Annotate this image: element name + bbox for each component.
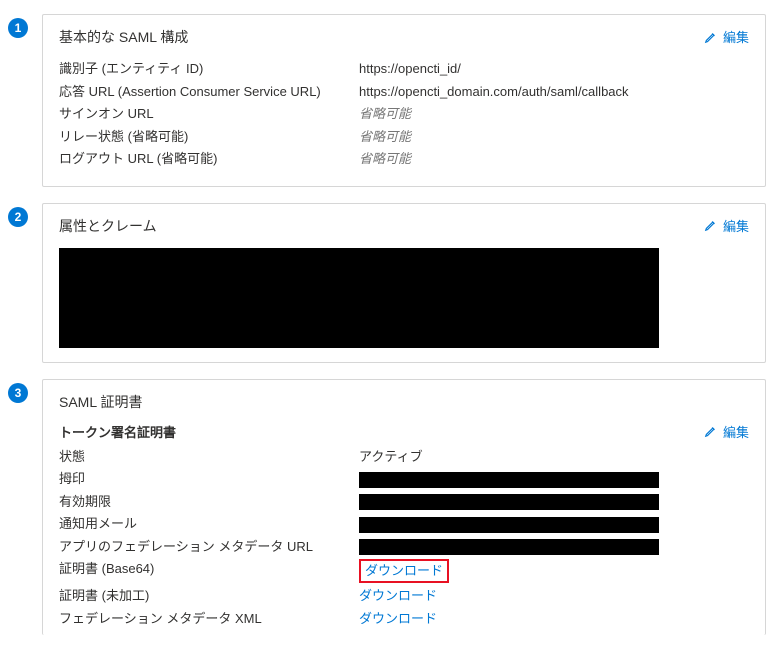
redacted-value [359,539,659,555]
edit-label: 編集 [723,27,749,46]
row-value: 省略可能 [359,104,749,124]
row-cert-raw: 証明書 (未加工) ダウンロード [59,586,749,606]
row-fed-xml: フェデレーション メタデータ XML ダウンロード [59,609,749,629]
row-label: 識別子 (エンティティ ID) [59,59,359,79]
redacted-value [359,517,659,533]
basic-saml-rows: 識別子 (エンティティ ID) https://opencti_id/ 応答 U… [59,59,749,169]
card-title: 属性とクレーム [59,216,157,236]
row-signon-url: サインオン URL 省略可能 [59,104,749,124]
row-label: 通知用メール [59,514,359,534]
row-value: https://opencti_domain.com/auth/saml/cal… [359,82,749,102]
download-link-fedxml[interactable]: ダウンロード [359,611,437,626]
step-badge-1: 1 [8,18,28,38]
pencil-icon [704,218,718,232]
highlight-box: ダウンロード [359,559,449,583]
section-basic-saml: 1 基本的な SAML 構成 編集 識別子 (エンティティ ID) https:… [8,14,766,187]
download-link-base64[interactable]: ダウンロード [365,563,443,578]
row-value: 省略可能 [359,149,749,169]
subhead-token-signing: トークン署名証明書 [59,422,176,441]
card-title: 基本的な SAML 構成 [59,27,188,47]
row-label: サインオン URL [59,104,359,124]
card-basic-saml: 基本的な SAML 構成 編集 識別子 (エンティティ ID) https://… [42,14,766,187]
redacted-block [59,248,659,348]
card-title: SAML 証明書 [59,392,749,412]
card-saml-cert: SAML 証明書 トークン署名証明書 編集 状態 アクティブ 拇印 有効期限 通… [42,379,766,636]
edit-button[interactable]: 編集 [704,27,749,46]
row-value: アクティブ [359,447,749,467]
card-header: 基本的な SAML 構成 編集 [59,27,749,47]
row-thumbprint: 拇印 [59,469,749,489]
pencil-icon [704,30,718,44]
edit-label: 編集 [723,216,749,235]
redacted-value [359,494,659,510]
row-value: https://opencti_id/ [359,59,749,79]
row-label: 証明書 (未加工) [59,586,359,606]
edit-button[interactable]: 編集 [704,422,749,441]
row-logout-url: ログアウト URL (省略可能) 省略可能 [59,149,749,169]
pencil-icon [704,424,718,438]
row-notify-email: 通知用メール [59,514,749,534]
row-label: 状態 [59,447,359,467]
row-expiry: 有効期限 [59,492,749,512]
card-header: 属性とクレーム 編集 [59,216,749,236]
row-reply-url: 応答 URL (Assertion Consumer Service URL) … [59,82,749,102]
row-label: フェデレーション メタデータ XML [59,609,359,629]
row-cert-base64: 証明書 (Base64) ダウンロード [59,559,749,583]
row-status: 状態 アクティブ [59,447,749,467]
step-badge-3: 3 [8,383,28,403]
edit-button[interactable]: 編集 [704,216,749,235]
row-label: アプリのフェデレーション メタデータ URL [59,537,359,557]
row-relay-state: リレー状態 (省略可能) 省略可能 [59,127,749,147]
row-identifier: 識別子 (エンティティ ID) https://opencti_id/ [59,59,749,79]
edit-label: 編集 [723,422,749,441]
row-label: 有効期限 [59,492,359,512]
row-label: 応答 URL (Assertion Consumer Service URL) [59,82,359,102]
row-label: リレー状態 (省略可能) [59,127,359,147]
row-label: 拇印 [59,469,359,489]
redacted-value [359,472,659,488]
card-attributes-claims: 属性とクレーム 編集 [42,203,766,363]
row-fed-metadata-url: アプリのフェデレーション メタデータ URL [59,537,749,557]
row-label: 証明書 (Base64) [59,559,359,583]
download-link-raw[interactable]: ダウンロード [359,588,437,603]
row-value: 省略可能 [359,127,749,147]
section-attributes-claims: 2 属性とクレーム 編集 [8,203,766,363]
row-label: ログアウト URL (省略可能) [59,149,359,169]
step-badge-2: 2 [8,207,28,227]
section-saml-cert: 3 SAML 証明書 トークン署名証明書 編集 状態 アクティブ 拇印 有効期限… [8,379,766,636]
